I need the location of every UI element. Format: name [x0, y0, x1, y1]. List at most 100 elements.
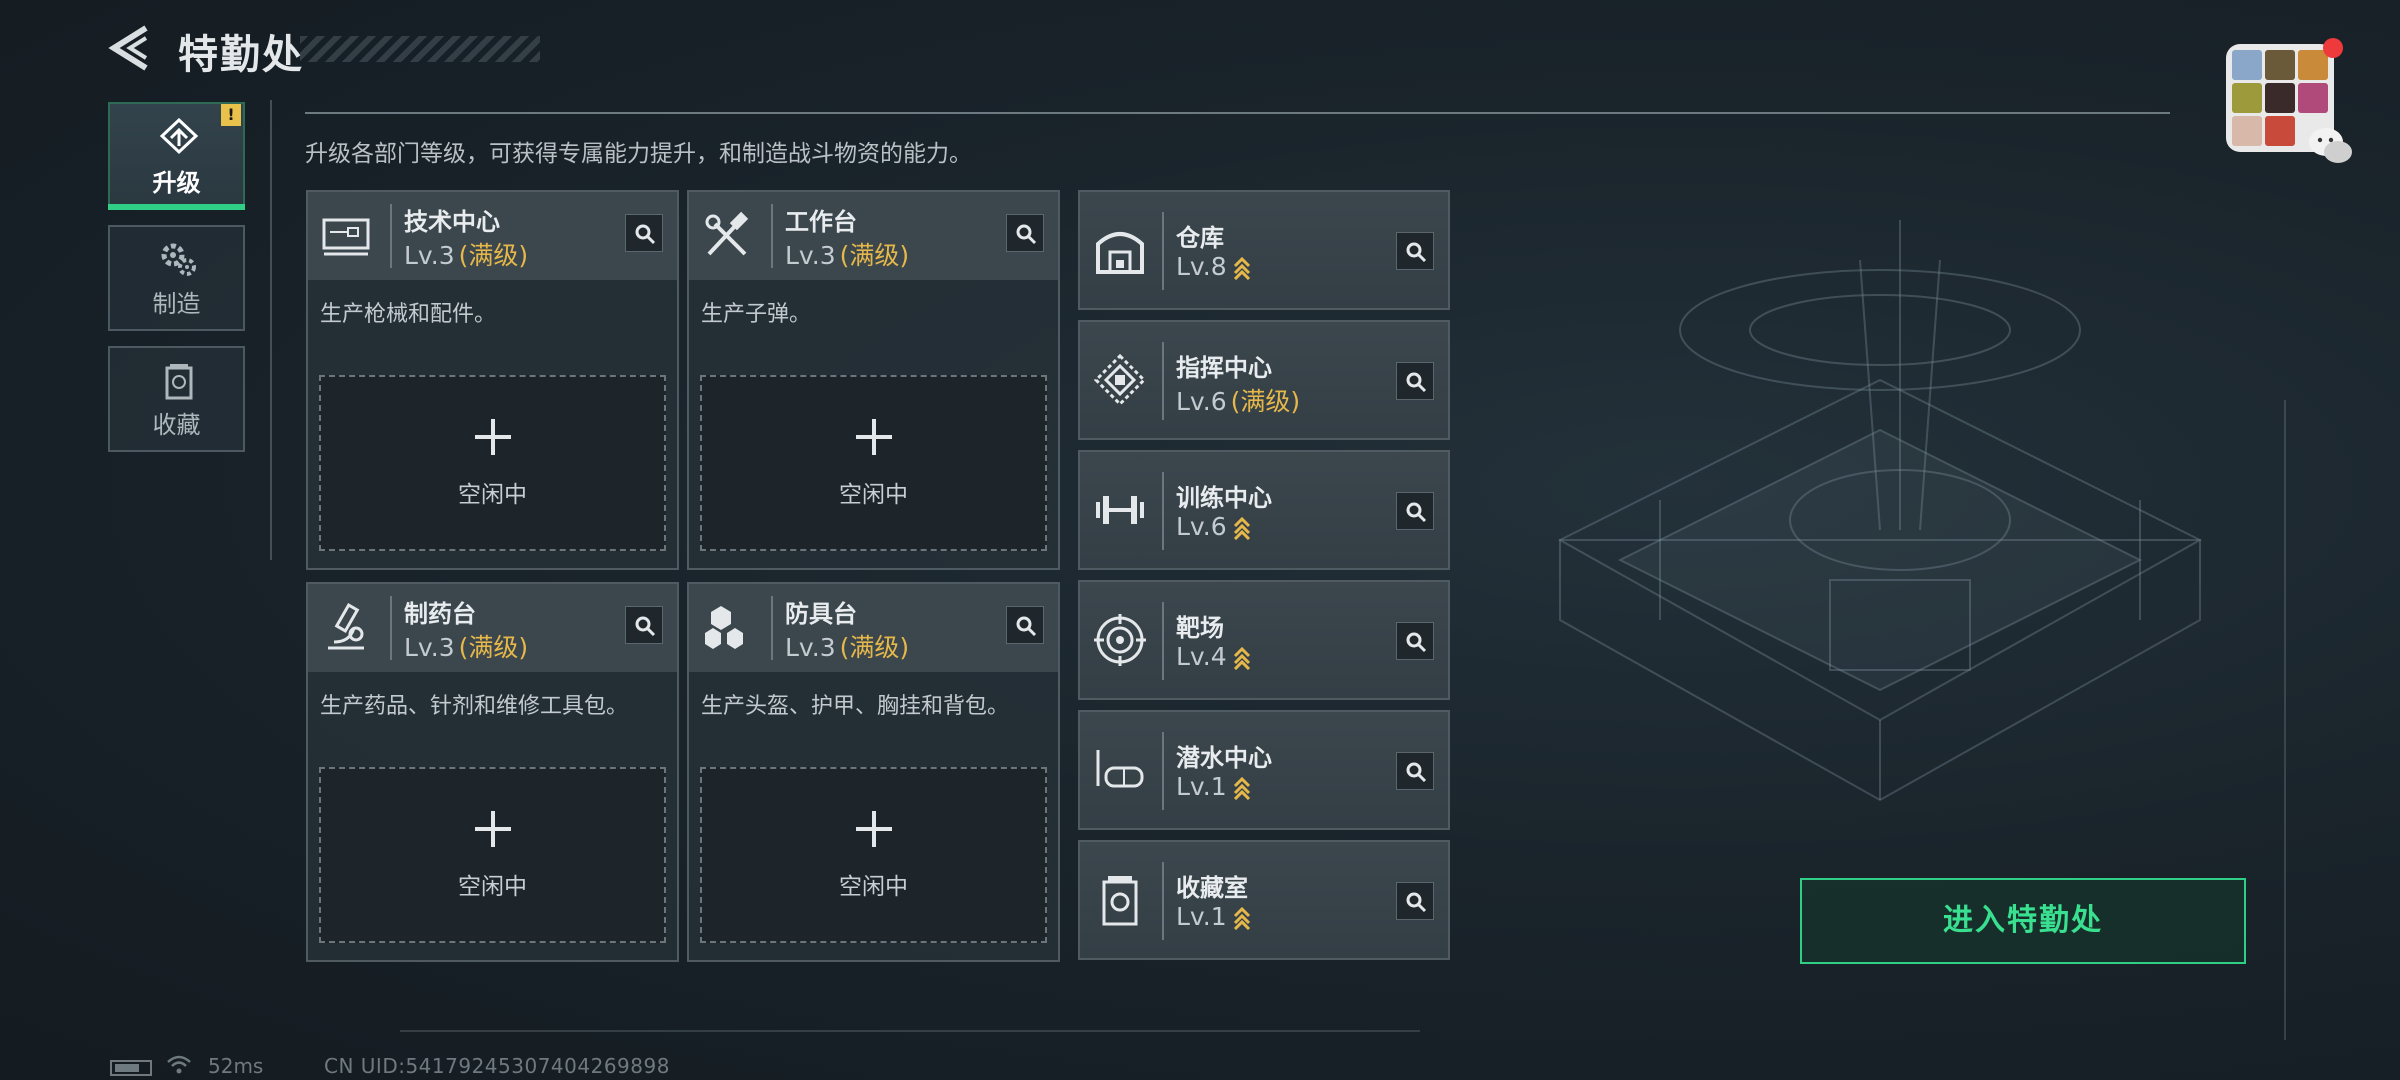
facility-card-shooting-range[interactable]: 靶场 Lv.4	[1078, 580, 1450, 700]
facility-name: 指挥中心	[1176, 354, 1272, 382]
card-separator	[1162, 342, 1164, 420]
station-card-armor-bench[interactable]: 防具台 Lv.3 (满级) 生产头盔、护甲、胸挂和背包。 空闲中	[687, 582, 1060, 962]
inspect-button[interactable]	[1396, 362, 1434, 400]
slot-status: 空闲中	[839, 874, 908, 900]
inspect-button[interactable]	[1396, 752, 1434, 790]
plus-icon	[475, 811, 511, 847]
card-separator	[1162, 602, 1164, 680]
facility-name: 仓库	[1176, 224, 1224, 252]
wifi-icon	[167, 1055, 191, 1074]
upgrade-available-icon	[1233, 256, 1250, 280]
tab-craft[interactable]: 制造	[108, 225, 245, 331]
facility-level: Lv.6 (满级)	[1176, 382, 1300, 418]
battery-icon	[110, 1060, 152, 1076]
facility-card-collection-room[interactable]: 收藏室 Lv.1	[1078, 840, 1450, 960]
dumbbell-icon	[1096, 496, 1144, 524]
page-description: 升级各部门等级，可获得专属能力提升，和制造战斗物资的能力。	[305, 141, 972, 167]
slot-status: 空闲中	[458, 874, 527, 900]
production-slot[interactable]: 空闲中	[700, 767, 1047, 943]
search-icon	[1016, 224, 1037, 245]
inspect-button[interactable]	[1396, 622, 1434, 660]
footer-divider	[400, 1030, 1420, 1032]
inspect-button[interactable]	[625, 214, 663, 252]
header-separator	[390, 596, 392, 660]
inspect-button[interactable]	[1006, 606, 1044, 644]
facility-card-warehouse[interactable]: 仓库 Lv.8	[1078, 190, 1450, 310]
upgrade-icon	[159, 118, 199, 155]
upgrade-available-icon	[1233, 516, 1250, 540]
station-name: 防具台	[785, 600, 857, 628]
active-indicator	[108, 204, 245, 210]
facility-card-command-center[interactable]: 指挥中心 Lv.6 (满级)	[1078, 320, 1450, 440]
search-icon	[635, 616, 656, 637]
pharmacy-icon	[328, 603, 364, 650]
inspect-button[interactable]	[1396, 232, 1434, 270]
avatar-tile	[2232, 116, 2262, 146]
inspect-button[interactable]	[1396, 882, 1434, 920]
slot-status: 空闲中	[458, 482, 527, 508]
tab-upgrade[interactable]: ! 升级	[108, 102, 245, 210]
level-value: Lv.3	[404, 241, 455, 270]
search-icon	[1406, 372, 1427, 393]
card-separator	[1162, 732, 1164, 810]
station-level: Lv.3 (满级)	[785, 236, 909, 272]
station-name: 工作台	[785, 208, 857, 236]
wechat-icon[interactable]	[2306, 124, 2356, 168]
avatar-tile	[2265, 116, 2295, 146]
tab-label: 制造	[152, 290, 201, 318]
tab-collection[interactable]: 收藏	[108, 346, 245, 452]
avatar-tile	[2298, 83, 2328, 113]
station-level: Lv.3 (满级)	[785, 628, 909, 664]
header-separator	[771, 596, 773, 660]
facility-level: Lv.1	[1176, 902, 1251, 931]
avatar-tile	[2232, 83, 2262, 113]
avatar-tile	[2298, 50, 2328, 80]
warehouse-icon	[1096, 232, 1144, 274]
facility-level: Lv.6	[1176, 512, 1251, 541]
station-level: Lv.3 (满级)	[404, 628, 528, 664]
inspect-button[interactable]	[1396, 492, 1434, 530]
station-level: Lv.3 (满级)	[404, 236, 528, 272]
upgrade-available-icon	[1233, 776, 1250, 800]
facility-level: Lv.4	[1176, 642, 1251, 671]
slot-status: 空闲中	[839, 482, 908, 508]
frame-line	[2284, 400, 2286, 1040]
station-card-workbench[interactable]: 工作台 Lv.3 (满级) 生产子弹。 空闲中	[687, 190, 1060, 570]
header-separator	[771, 204, 773, 268]
tab-label: 收藏	[152, 411, 201, 439]
production-slot[interactable]: 空闲中	[700, 375, 1047, 551]
facility-card-training-center[interactable]: 训练中心 Lv.6	[1078, 450, 1450, 570]
tab-label: 升级	[152, 169, 201, 197]
level-value: Lv.8	[1176, 252, 1227, 281]
production-slot[interactable]: 空闲中	[319, 375, 666, 551]
tech-center-icon	[322, 218, 370, 256]
inspect-button[interactable]	[625, 606, 663, 644]
target-icon	[1094, 614, 1146, 666]
search-icon	[1406, 892, 1427, 913]
avatar-tile	[2232, 50, 2262, 80]
max-level-label: (满级)	[458, 633, 529, 662]
back-arrow-icon[interactable]	[108, 24, 152, 72]
inspect-button[interactable]	[1006, 214, 1044, 252]
avatar-tile	[2265, 83, 2295, 113]
station-description: 生产枪械和配件。	[320, 302, 497, 327]
max-level-label: (满级)	[458, 241, 529, 270]
ping-readout: 52ms	[208, 1054, 264, 1078]
search-icon	[635, 224, 656, 245]
search-icon	[1406, 502, 1427, 523]
facility-name: 收藏室	[1176, 874, 1248, 902]
enter-special-ops-button[interactable]: 进入特勤处	[1800, 878, 2246, 964]
notification-badge: !	[221, 104, 241, 126]
facility-name: 训练中心	[1176, 484, 1272, 512]
notification-dot	[2323, 38, 2343, 58]
station-card-tech-center[interactable]: 技术中心 Lv.3 (满级) 生产枪械和配件。 空闲中	[306, 190, 679, 570]
plus-icon	[856, 811, 892, 847]
card-separator	[1162, 472, 1164, 550]
station-card-pharmacy[interactable]: 制药台 Lv.3 (满级) 生产药品、针剂和维修工具包。 空闲中	[306, 582, 679, 962]
facility-name: 潜水中心	[1176, 744, 1272, 772]
station-name: 技术中心	[404, 208, 500, 236]
production-slot[interactable]: 空闲中	[319, 767, 666, 943]
facility-card-diving-center[interactable]: 潜水中心 Lv.1	[1078, 710, 1450, 830]
level-value: Lv.1	[1176, 902, 1227, 931]
user-uid: CN UID:54179245307404269898	[324, 1054, 670, 1078]
